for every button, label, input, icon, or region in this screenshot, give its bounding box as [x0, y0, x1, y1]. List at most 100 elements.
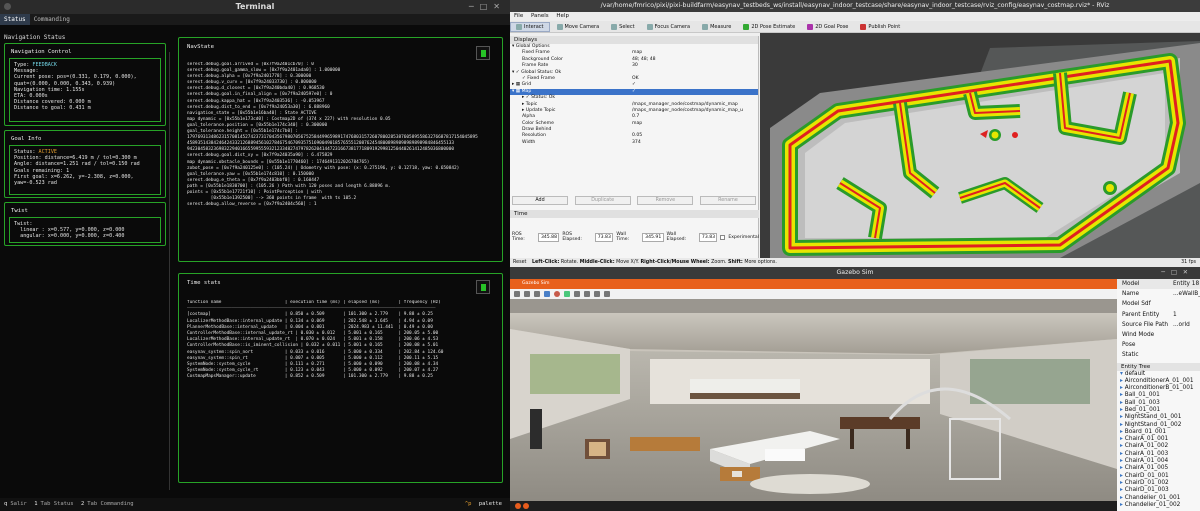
- entity-item[interactable]: ▸ Ball_01_003: [1117, 400, 1200, 407]
- entity-item[interactable]: ▸ Bed_01_001: [1117, 407, 1200, 414]
- property-key: Static: [1122, 352, 1139, 359]
- tool-select[interactable]: Select: [606, 23, 639, 31]
- entity-item[interactable]: ▸ ChairD_01_002: [1117, 480, 1200, 487]
- tool-publish-point[interactable]: Publish Point: [855, 23, 905, 31]
- entity-item[interactable]: ▸ Ball_01_001: [1117, 392, 1200, 399]
- ros-time-value: 345.88: [537, 232, 560, 242]
- select-tool-icon[interactable]: [514, 291, 520, 297]
- entity-label: Ball_01_003: [1124, 399, 1160, 406]
- property-row[interactable]: Static: [1117, 350, 1200, 360]
- entity-item[interactable]: ▸ ChairA_01_001: [1117, 436, 1200, 443]
- terminal-app-icon: [4, 3, 11, 10]
- translate-tool-icon[interactable]: [524, 291, 530, 297]
- window-controls-icon[interactable]: ─□✕: [469, 0, 506, 14]
- quit-key[interactable]: q: [4, 501, 7, 507]
- type-label: Type:: [14, 62, 30, 68]
- tab-commanding[interactable]: Commanding: [30, 14, 74, 25]
- timestats-scroll-box[interactable]: [476, 280, 490, 294]
- tool-measure[interactable]: Measure: [697, 23, 736, 31]
- property-row[interactable]: Pose: [1117, 340, 1200, 350]
- navigation-status-heading: Navigation Status: [4, 34, 66, 41]
- window-controls-icon[interactable]: ─□✕: [1161, 267, 1194, 279]
- time-stats-panel: Time stats function name | execution tim…: [178, 273, 503, 483]
- costmap-render: [760, 33, 1200, 258]
- entity-label: ChairD_01_001: [1124, 472, 1169, 479]
- experimental-checkbox[interactable]: [720, 234, 726, 240]
- component-inspector: ModelEntity 18Name...eWallB_01_001Model …: [1117, 279, 1200, 361]
- entity-label: ChairA_01_003: [1124, 450, 1169, 457]
- property-row[interactable]: Source File Path ...orld: [1117, 320, 1200, 330]
- duplicate-button[interactable]: Duplicate: [574, 196, 631, 205]
- entity-label: ChairD_01_003: [1124, 487, 1169, 494]
- entity-item[interactable]: ▸ Chandelier_01_002: [1117, 502, 1200, 509]
- sphere-shape-icon[interactable]: [554, 291, 560, 297]
- entity-item[interactable]: ▸ ChairA_01_003: [1117, 451, 1200, 458]
- property-row[interactable]: Name ...eWallB_01_001: [1117, 289, 1200, 299]
- palette-label: palette: [478, 501, 502, 507]
- entity-item[interactable]: ▸ AirconditionerB_01_001: [1117, 385, 1200, 392]
- tool-move-camera[interactable]: Move Camera: [552, 23, 605, 31]
- copy-tool-icon[interactable]: [594, 291, 600, 297]
- box-shape-icon[interactable]: [544, 291, 550, 297]
- step-icon[interactable]: [523, 503, 529, 509]
- reset-button[interactable]: Reset: [513, 260, 526, 265]
- tab1-key[interactable]: 1: [34, 501, 37, 507]
- gazebo-menubar[interactable]: Gazebo Sim: [510, 279, 1117, 289]
- wall-elapsed-value: 73.83: [698, 232, 718, 242]
- tab2-key[interactable]: 2: [81, 501, 84, 507]
- menu-help[interactable]: Help: [556, 13, 569, 19]
- navstate-scroll-box[interactable]: [476, 46, 490, 60]
- property-value: 1: [1173, 311, 1177, 318]
- time-panel: ROS Time: 345.88 ROS Elapsed: 73.83 Wall…: [510, 230, 759, 244]
- property-row[interactable]: Wind Mode: [1117, 330, 1200, 340]
- remove-button[interactable]: Remove: [637, 196, 694, 205]
- quit-label[interactable]: Salir: [10, 501, 27, 507]
- play-icon[interactable]: [515, 503, 521, 509]
- add-button[interactable]: Add: [512, 196, 568, 205]
- tab1-label[interactable]: Tab Status: [41, 501, 74, 507]
- display-row[interactable]: Width 374: [510, 140, 758, 146]
- rename-button[interactable]: Rename: [699, 196, 756, 205]
- tab2-label[interactable]: Tab Commanding: [87, 501, 133, 507]
- entity-item[interactable]: ▸ Board_01_001: [1117, 429, 1200, 436]
- entity-item[interactable]: ▸ ChairD_01_001: [1117, 473, 1200, 480]
- entity-item[interactable]: ▸ ChairA_01_005: [1117, 465, 1200, 472]
- entity-item[interactable]: ▾ default: [1117, 371, 1200, 378]
- rotate-tool-icon[interactable]: [534, 291, 540, 297]
- tool-2d-goal-pose[interactable]: 2D Goal Pose: [802, 23, 853, 31]
- entity-item[interactable]: ▸ NightStand_01_001: [1117, 414, 1200, 421]
- menu-panels[interactable]: Panels: [531, 13, 549, 19]
- property-row[interactable]: Parent Entity 1: [1117, 310, 1200, 320]
- entity-item[interactable]: ▸ ChairA_01_004: [1117, 458, 1200, 465]
- rviz-3d-view[interactable]: [760, 33, 1200, 258]
- display-row-value: 374: [632, 139, 641, 145]
- tool-2d-pose-estimate[interactable]: 2D Pose Estimate: [738, 23, 800, 31]
- property-row[interactable]: Model Sdf: [1117, 299, 1200, 309]
- entity-label: ChairA_01_004: [1124, 458, 1169, 465]
- entity-label: ChairA_01_005: [1124, 465, 1169, 472]
- tool-focus-camera[interactable]: Focus Camera: [642, 23, 696, 31]
- gazebo-3d-scene[interactable]: [510, 299, 1117, 511]
- entity-item[interactable]: ▸ Chandelier_01_001: [1117, 495, 1200, 502]
- wall-time-label: Wall Time:: [616, 232, 630, 242]
- entity-item[interactable]: ▸ NightStand_01_002: [1117, 422, 1200, 429]
- property-key: Wind Mode: [1122, 331, 1155, 338]
- tool-interact[interactable]: Interact: [510, 21, 550, 32]
- tab-status[interactable]: Status: [0, 14, 30, 25]
- goal-status-value: ACTIVE: [38, 149, 57, 155]
- entity-item[interactable]: ▸ ChairD_01_003: [1117, 487, 1200, 494]
- entity-label: Chandelier_01_002: [1124, 501, 1181, 508]
- cylinder-shape-icon[interactable]: [564, 291, 570, 297]
- entity-item[interactable]: ▸ ChairA_01_002: [1117, 443, 1200, 450]
- entity-item[interactable]: ▸ AirconditionerA_01_001: [1117, 378, 1200, 385]
- paste-tool-icon[interactable]: [604, 291, 610, 297]
- entity-tree: ▾ default ▸ AirconditionerA_01_001 ▸ Airco…: [1117, 371, 1200, 510]
- property-row[interactable]: Model Entity 18: [1117, 279, 1200, 290]
- focus-camera-icon: [646, 23, 653, 30]
- menu-file[interactable]: File: [514, 13, 523, 19]
- gazebo-window: Gazebo Sim ─□✕ Gazebo Sim Model Entity 1…: [510, 267, 1200, 511]
- command-palette[interactable]: ^p palette: [461, 498, 502, 511]
- snap-tool-icon[interactable]: [584, 291, 590, 297]
- type-value: FEEDBACK: [32, 62, 57, 68]
- light-tool-icon[interactable]: [574, 291, 580, 297]
